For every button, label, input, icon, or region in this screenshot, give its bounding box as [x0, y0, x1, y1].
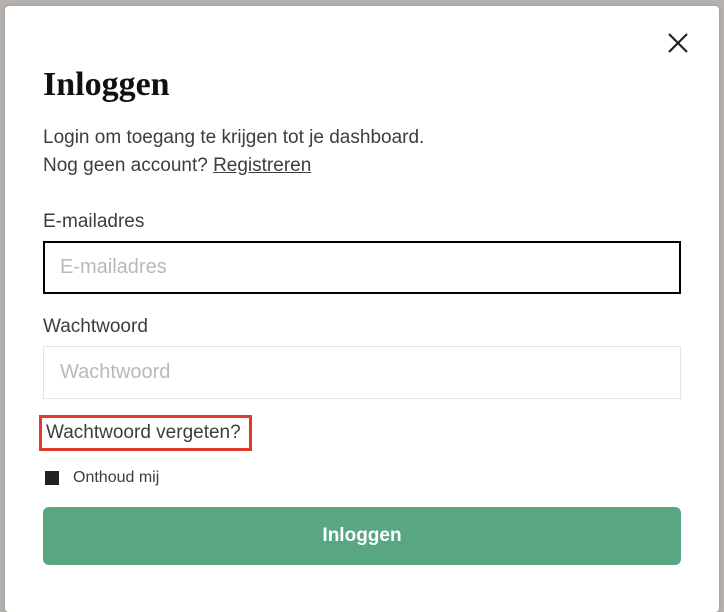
register-link[interactable]: Registreren	[213, 155, 311, 176]
modal-subtitle: Login om toegang te krijgen tot je dashb…	[43, 124, 681, 179]
modal-title: Inloggen	[43, 66, 681, 104]
password-field-group: Wachtwoord	[43, 316, 681, 399]
password-input[interactable]	[43, 346, 681, 399]
forgot-password-highlight: Wachtwoord vergeten?	[39, 415, 252, 451]
password-label: Wachtwoord	[43, 316, 681, 338]
remember-label: Onthoud mij	[73, 469, 159, 487]
remember-checkbox[interactable]	[45, 471, 59, 485]
email-input[interactable]	[43, 241, 681, 294]
subtitle-line1: Login om toegang te krijgen tot je dashb…	[43, 127, 424, 148]
email-field-group: E-mailadres	[43, 211, 681, 294]
remember-row: Onthoud mij	[45, 469, 681, 487]
close-button[interactable]	[663, 28, 693, 58]
forgot-password-link[interactable]: Wachtwoord vergeten?	[46, 422, 241, 443]
login-modal: Inloggen Login om toegang te krijgen tot…	[5, 6, 719, 612]
email-label: E-mailadres	[43, 211, 681, 233]
close-icon	[666, 31, 690, 55]
login-button[interactable]: Inloggen	[43, 507, 681, 565]
subtitle-line2-prefix: Nog geen account?	[43, 155, 213, 176]
